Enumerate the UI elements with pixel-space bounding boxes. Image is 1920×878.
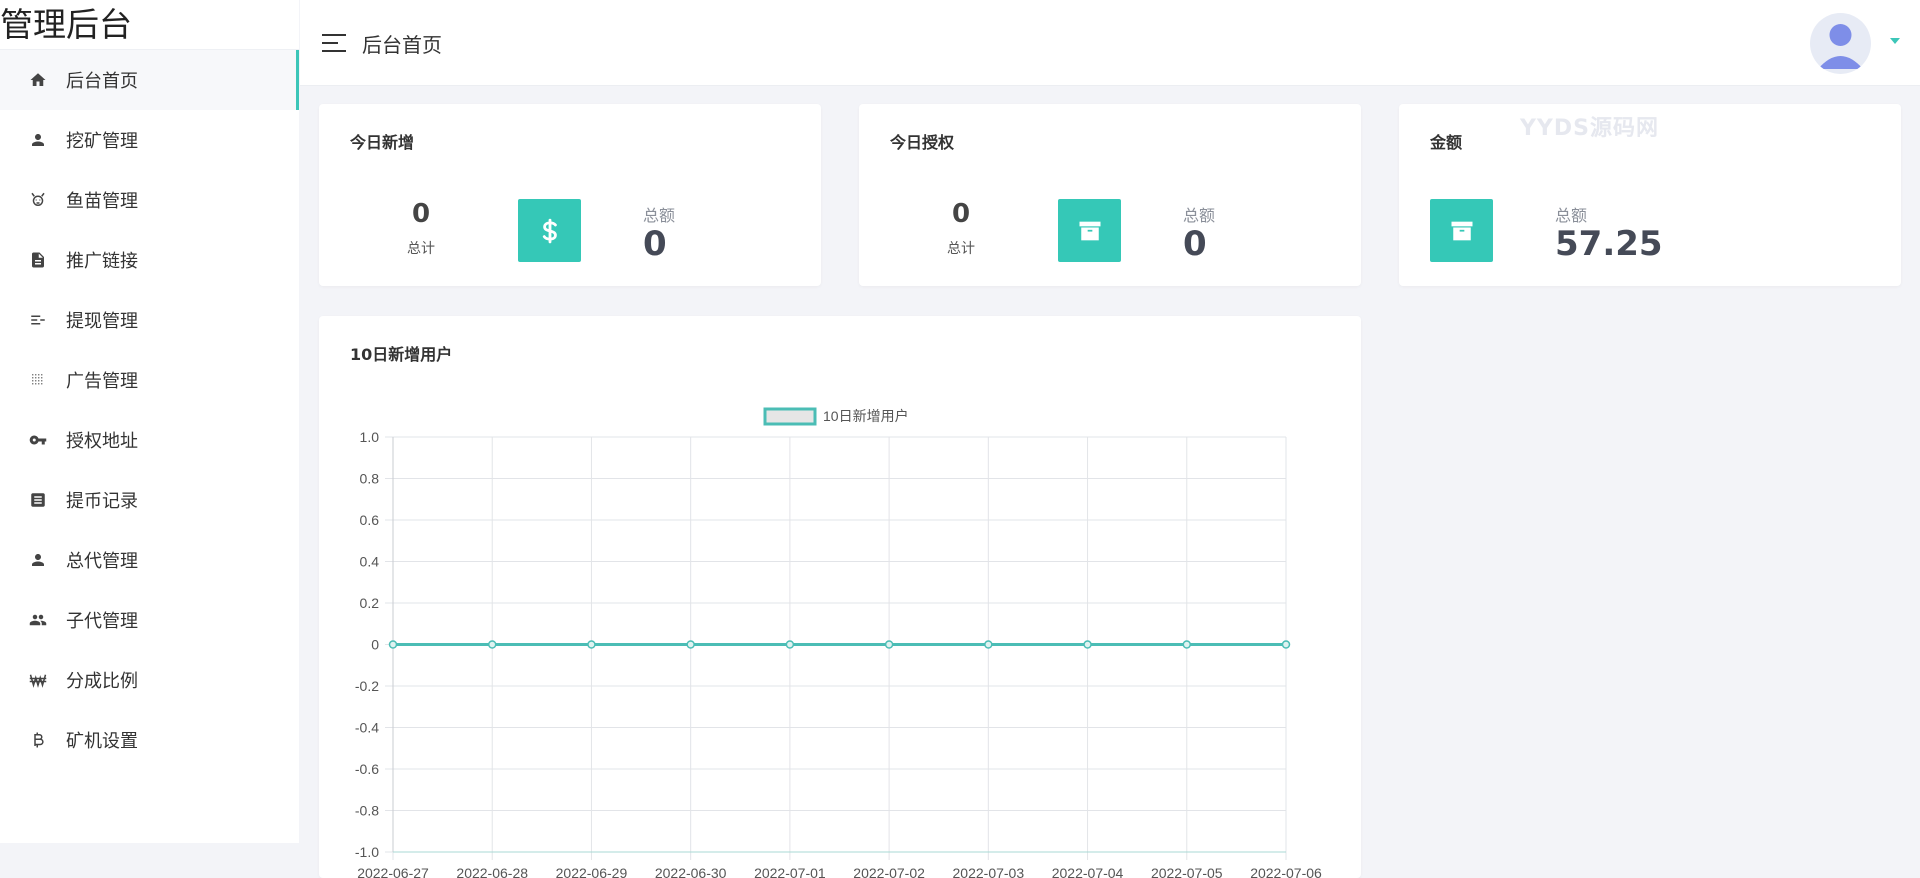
- sidebar-item-general-agent[interactable]: 总代管理: [0, 530, 299, 590]
- user-icon: [28, 550, 48, 570]
- sidebar-item-fish[interactable]: 鱼苗管理: [0, 170, 299, 230]
- sidebar-item-label: 推广链接: [66, 251, 138, 272]
- watermark: YYDS源码网: [1520, 116, 1659, 141]
- data-point: [1281, 640, 1291, 649]
- receipt-icon: [28, 490, 48, 510]
- dots-grid-icon: [28, 370, 48, 390]
- y-tick-label: 0.8: [360, 471, 380, 487]
- data-point: [1182, 640, 1192, 649]
- chart-card: 10日新增用户 1.0 0.8 0.6 0.4 0.2 0 -0.2 -0.4 -0.6 -0.8…: [319, 316, 1361, 878]
- sidebar-item-label: 挖矿管理: [66, 131, 138, 152]
- x-tick-label: 2022-07-06: [1250, 865, 1322, 878]
- sidebar-item-label: 广告管理: [66, 371, 138, 392]
- sidebar-item-label: 提现管理: [66, 311, 138, 332]
- sidebar-item-mining[interactable]: 挖矿管理: [0, 110, 299, 170]
- total-label: 总额: [1183, 206, 1216, 225]
- document-icon: [28, 250, 48, 270]
- sidebar-item-label: 子代管理: [66, 611, 138, 632]
- page-title: 后台首页: [362, 33, 442, 57]
- count-label: 总计: [407, 241, 435, 257]
- sidebar-item-label: 分成比例: [66, 671, 138, 692]
- x-tick-label: 2022-07-05: [1151, 865, 1223, 878]
- y-tick-label: -1.0: [355, 844, 379, 860]
- sidebar-item-sub-agent[interactable]: 子代管理: [0, 590, 299, 650]
- fish-icon: [28, 190, 48, 210]
- data-point: [587, 640, 596, 649]
- card-title: 今日授权: [890, 133, 955, 152]
- x-tick-label: 2022-06-29: [556, 865, 628, 878]
- legend-label: 10日新增用户: [823, 408, 909, 424]
- home-icon: [28, 70, 48, 90]
- users-icon: [28, 610, 48, 630]
- sidebar: 管理后台 后台首页 挖矿管理 鱼苗管理 推广链接 提现管理 广告管理 授权地址 …: [0, 0, 299, 843]
- data-point: [388, 640, 398, 649]
- key-icon: [28, 430, 48, 450]
- y-tick-label: -0.6: [355, 761, 379, 777]
- y-tick-label: -0.2: [355, 678, 379, 694]
- menu-toggle-icon[interactable]: [322, 32, 348, 54]
- data-point: [884, 640, 894, 649]
- data-point: [686, 640, 695, 649]
- count-value: 0: [411, 199, 431, 229]
- sidebar-item-withdraw[interactable]: 提现管理: [0, 290, 299, 350]
- stat-card-new-today: 今日新增 0 总计 总额 0: [319, 104, 821, 286]
- x-tick-label: 2022-07-04: [1052, 865, 1124, 878]
- x-tick-label: 2022-06-30: [655, 865, 727, 878]
- stat-card-auth-today: 今日授权 0 总计 总额 0: [859, 104, 1361, 286]
- chevron-down-icon[interactable]: [1890, 38, 1900, 44]
- dollar-icon: [518, 199, 581, 262]
- x-tick-label: 2022-07-02: [853, 865, 925, 878]
- sidebar-item-share-ratio[interactable]: 分成比例: [0, 650, 299, 710]
- total-label: 总额: [643, 206, 676, 225]
- sidebar-item-label: 授权地址: [66, 431, 138, 452]
- count-label: 总计: [947, 241, 975, 257]
- x-tick-label: 2022-07-03: [953, 865, 1025, 878]
- y-tick-label: 0.2: [360, 595, 380, 611]
- legend-swatch: [763, 407, 817, 426]
- x-tick-label: 2022-06-27: [357, 865, 429, 878]
- y-tick-label: -0.8: [355, 803, 379, 819]
- sidebar-item-label: 后台首页: [66, 71, 138, 92]
- data-point: [1083, 640, 1092, 649]
- card-title: 金额: [1430, 133, 1463, 152]
- sidebar-item-auth-address[interactable]: 授权地址: [0, 410, 299, 470]
- brand-title: 管理后台: [0, 0, 299, 50]
- card-title: 今日新增: [350, 133, 415, 152]
- sidebar-item-label: 总代管理: [66, 551, 138, 572]
- bitcoin-icon: [28, 730, 48, 750]
- sidebar-item-miner-settings[interactable]: 矿机设置: [0, 710, 299, 770]
- top-header: 后台首页: [300, 0, 1920, 86]
- y-tick-label: 0.6: [360, 512, 380, 528]
- x-tick-label: 2022-06-28: [456, 865, 528, 878]
- y-tick-label: -0.4: [355, 720, 379, 736]
- total-value: 57.25: [1555, 224, 1663, 264]
- sidebar-item-label: 鱼苗管理: [66, 191, 138, 212]
- data-point: [984, 640, 993, 649]
- avatar[interactable]: [1810, 13, 1871, 74]
- archive-icon: [1058, 199, 1121, 262]
- line-chart: 1.0 0.8 0.6 0.4 0.2 0 -0.2 -0.4 -0.6 -0.8 -1.0 2022…: [355, 407, 1322, 878]
- count-value: 0: [951, 199, 971, 229]
- sidebar-item-label: 矿机设置: [66, 731, 138, 752]
- total-value: 0: [643, 224, 667, 264]
- sidebar-item-home[interactable]: 后台首页: [0, 50, 299, 110]
- y-tick-label: 1.0: [360, 429, 380, 445]
- sidebar-item-promo-link[interactable]: 推广链接: [0, 230, 299, 290]
- data-point: [785, 640, 795, 649]
- data-point: [487, 640, 497, 649]
- y-tick-label: 0: [371, 637, 379, 653]
- sidebar-item-label: 提币记录: [66, 491, 138, 512]
- x-tick-label: 2022-07-01: [754, 865, 826, 878]
- total-label: 总额: [1555, 206, 1588, 225]
- total-value: 0: [1183, 224, 1207, 264]
- y-tick-label: 0.4: [360, 554, 380, 570]
- sort-icon: [28, 310, 48, 330]
- won-icon: [28, 670, 48, 690]
- archive-icon: [1430, 199, 1493, 262]
- user-icon: [28, 130, 48, 150]
- sidebar-item-coin-records[interactable]: 提币记录: [0, 470, 299, 530]
- sidebar-item-ads[interactable]: 广告管理: [0, 350, 299, 410]
